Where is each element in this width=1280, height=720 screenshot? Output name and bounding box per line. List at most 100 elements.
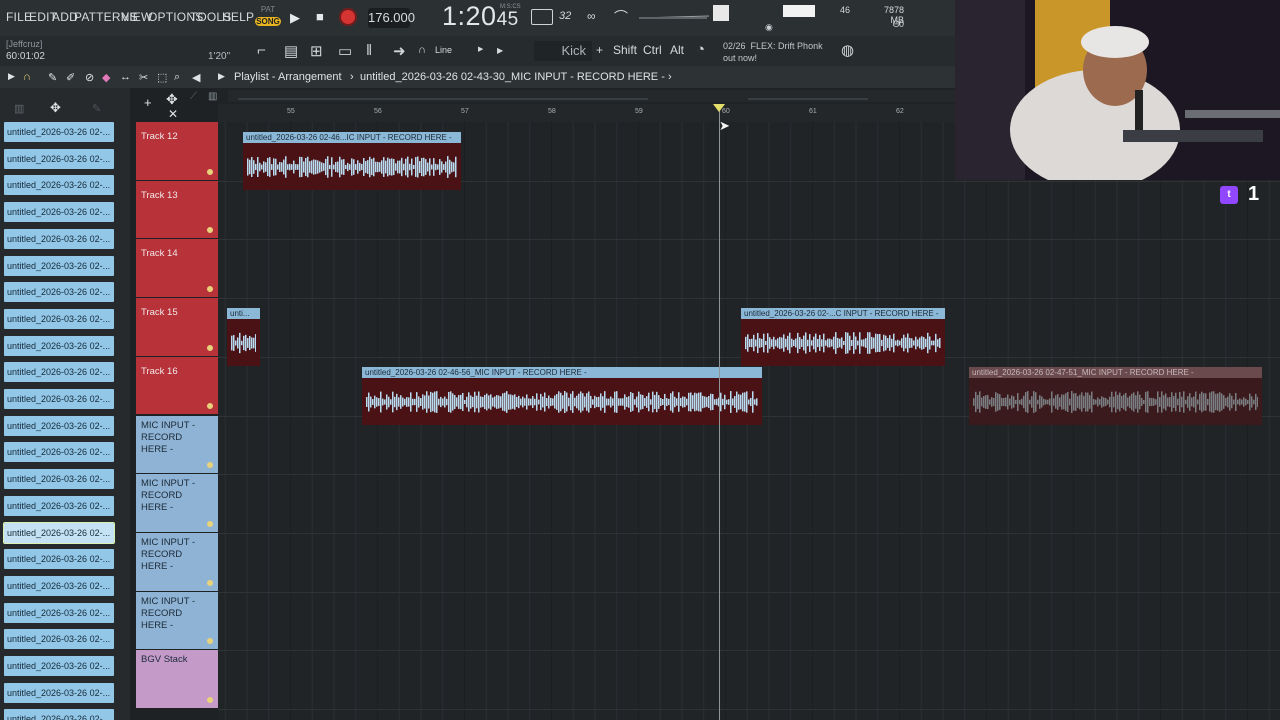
slice-tool-icon[interactable]: ✂: [139, 71, 148, 84]
move-icon[interactable]: ✥: [50, 100, 61, 116]
mixer-icon[interactable]: ‖: [366, 42, 372, 59]
playlist-play-icon[interactable]: ▶: [218, 71, 225, 82]
record-button[interactable]: [339, 8, 357, 26]
track-active-dot[interactable]: [207, 168, 213, 175]
browser-clip[interactable]: untitled_2026-03-26 02-...: [4, 495, 114, 516]
metronome-icon[interactable]: ⌒: [614, 7, 628, 27]
browser-clip[interactable]: untitled_2026-03-26 02-...: [4, 389, 114, 409]
audio-clip[interactable]: untitled_2026-03-26 02-46...IC INPUT - R…: [243, 132, 461, 190]
audio-clip[interactable]: untitled_2026-03-26 02-46-56_MIC INPUT -…: [362, 366, 762, 425]
close-icon[interactable]: ✕: [168, 107, 178, 121]
browser-clip[interactable]: untitled_2026-03-26 02-...: [4, 228, 114, 249]
draw-tool-icon[interactable]: ✎: [48, 71, 57, 84]
playhead-marker[interactable]: [713, 104, 725, 112]
shift-button[interactable]: Shift: [613, 43, 637, 57]
track-header[interactable]: Track 14: [136, 239, 218, 298]
track-header[interactable]: BGV Stack: [136, 650, 218, 708]
add-track-icon[interactable]: +: [144, 95, 152, 110]
online-icon[interactable]: ◍: [841, 41, 854, 59]
delete-tool-icon[interactable]: ⊘: [85, 71, 94, 84]
edit-icon[interactable]: ✎: [92, 102, 101, 115]
playhead[interactable]: [719, 104, 720, 720]
move-tracks-icon[interactable]: ✥: [166, 91, 178, 108]
browser-clip[interactable]: untitled_2026-03-26 02-...: [4, 362, 114, 383]
track-active-dot[interactable]: [207, 403, 213, 410]
track-header[interactable]: MIC INPUT - RECORD HERE -: [136, 591, 218, 650]
browser-clip[interactable]: untitled_2026-03-26 02-...: [3, 521, 115, 544]
browser-clip[interactable]: untitled_2026-03-26 02-...: [4, 549, 114, 570]
track-header[interactable]: Track 13: [136, 180, 218, 239]
slip-tool-icon[interactable]: ↔: [120, 71, 131, 83]
playlist-view-icon[interactable]: ▤: [284, 42, 298, 60]
track-header[interactable]: MIC INPUT - RECORD HERE -: [136, 474, 218, 532]
playback-tool-icon[interactable]: ◀: [192, 71, 200, 84]
browser-clip[interactable]: untitled_2026-03-26 02-...: [4, 282, 114, 303]
piano-roll-icon[interactable]: ▭: [338, 42, 352, 60]
browser-clip[interactable]: untitled_2026-03-26 02-...: [4, 629, 114, 650]
browser-clip[interactable]: untitled_2026-03-26 02-...: [4, 575, 114, 596]
stop-icon[interactable]: ■: [316, 9, 324, 24]
news-icon[interactable]: ◔: [696, 41, 705, 58]
panic-icon[interactable]: ⊖: [892, 19, 900, 30]
browser-clip[interactable]: untitled_2026-03-26 02-...: [4, 122, 114, 142]
track-active-dot[interactable]: [207, 696, 213, 703]
mute-tool-icon[interactable]: ◆: [102, 71, 110, 84]
browser-clip[interactable]: untitled_2026-03-26 02-...: [4, 335, 114, 356]
ctrl-button[interactable]: Ctrl: [643, 43, 662, 57]
step-display[interactable]: 32: [559, 10, 571, 22]
browser-clip[interactable]: untitled_2026-03-26 02-...: [4, 202, 114, 223]
alt-button[interactable]: Alt: [670, 43, 684, 57]
audio-clip[interactable]: untitled_2026-03-26 02-47-51_MIC INPUT -…: [969, 366, 1262, 425]
track-active-dot[interactable]: [207, 520, 213, 527]
track-active-dot[interactable]: [207, 227, 213, 234]
browser-clip[interactable]: untitled_2026-03-26 02-...: [4, 255, 114, 276]
edit-tracks-icon[interactable]: ⟋: [190, 91, 197, 102]
track-header[interactable]: Track 12: [136, 122, 218, 180]
browser-clip[interactable]: untitled_2026-03-26 02-...: [4, 308, 114, 329]
browser-clip[interactable]: untitled_2026-03-26 02-...: [4, 469, 114, 490]
select-tool-icon[interactable]: ⬚: [157, 71, 167, 84]
browser-clip[interactable]: untitled_2026-03-26 02-...: [4, 709, 114, 720]
audio-clip[interactable]: unti...: [227, 308, 260, 367]
channel-prev-icon[interactable]: ▶: [497, 46, 503, 55]
keyboard-icon[interactable]: [531, 9, 553, 25]
track-header[interactable]: Track 15: [136, 298, 218, 356]
snap-icon[interactable]: ⌐: [257, 42, 266, 59]
browser-clip[interactable]: untitled_2026-03-26 02-...: [4, 415, 114, 436]
nav-arrow-icon[interactable]: ▶: [8, 71, 15, 82]
tracks-view-icon[interactable]: ▥: [208, 91, 217, 102]
track-header[interactable]: MIC INPUT - RECORD HERE -: [136, 532, 218, 591]
track-active-dot[interactable]: [207, 579, 213, 586]
channel-rack-icon[interactable]: ⊞: [310, 42, 323, 60]
add-channel-button[interactable]: +: [596, 43, 603, 57]
play-icon[interactable]: ▶: [290, 10, 300, 26]
browser-clip[interactable]: untitled_2026-03-26 02-...: [4, 656, 114, 676]
bar-number: 62: [896, 108, 904, 115]
browser-clip[interactable]: untitled_2026-03-26 02-...: [4, 442, 114, 463]
zoom-tool-icon[interactable]: ⌕: [174, 71, 180, 84]
track-header[interactable]: Track 16: [136, 356, 218, 415]
browser-clip[interactable]: untitled_2026-03-26 02-...: [4, 175, 114, 196]
arrangement-overview[interactable]: [228, 90, 955, 102]
track-active-dot[interactable]: [207, 286, 213, 293]
track-active-dot[interactable]: [207, 462, 213, 469]
arrow-right-icon[interactable]: ➜: [393, 42, 406, 60]
tempo-display[interactable]: 176.000: [368, 8, 415, 28]
track-header[interactable]: MIC INPUT - RECORD HERE -: [136, 415, 218, 474]
browser-mode-icon[interactable]: ▥: [14, 102, 24, 115]
paint-tool-icon[interactable]: ✐: [66, 71, 75, 84]
browser-clip[interactable]: untitled_2026-03-26 02-...: [4, 682, 114, 703]
channel-selector[interactable]: Kick: [534, 41, 592, 61]
menu-help[interactable]: HELP: [222, 10, 254, 24]
track-active-dot[interactable]: [207, 344, 213, 351]
playlist-grid[interactable]: untitled_2026-03-26 02-46...IC INPUT - R…: [218, 122, 1280, 720]
pat-song-toggle[interactable]: PAT SONG: [255, 5, 281, 31]
timeline-ruler[interactable]: 55 56 57 58 59 60 61 62: [218, 104, 955, 122]
magnet-snap-icon[interactable]: ∩: [23, 71, 31, 83]
loop-record-icon[interactable]: ∞: [587, 9, 596, 23]
news-ticker[interactable]: 02/26 FLEX: Drift Phonk out now!: [723, 40, 823, 64]
browser-clip[interactable]: untitled_2026-03-26 02-...: [4, 602, 114, 623]
audio-clip[interactable]: untitled_2026-03-26 02-...C INPUT - RECO…: [741, 308, 945, 367]
browser-clip[interactable]: untitled_2026-03-26 02-...: [4, 148, 114, 169]
track-active-dot[interactable]: [207, 638, 213, 645]
